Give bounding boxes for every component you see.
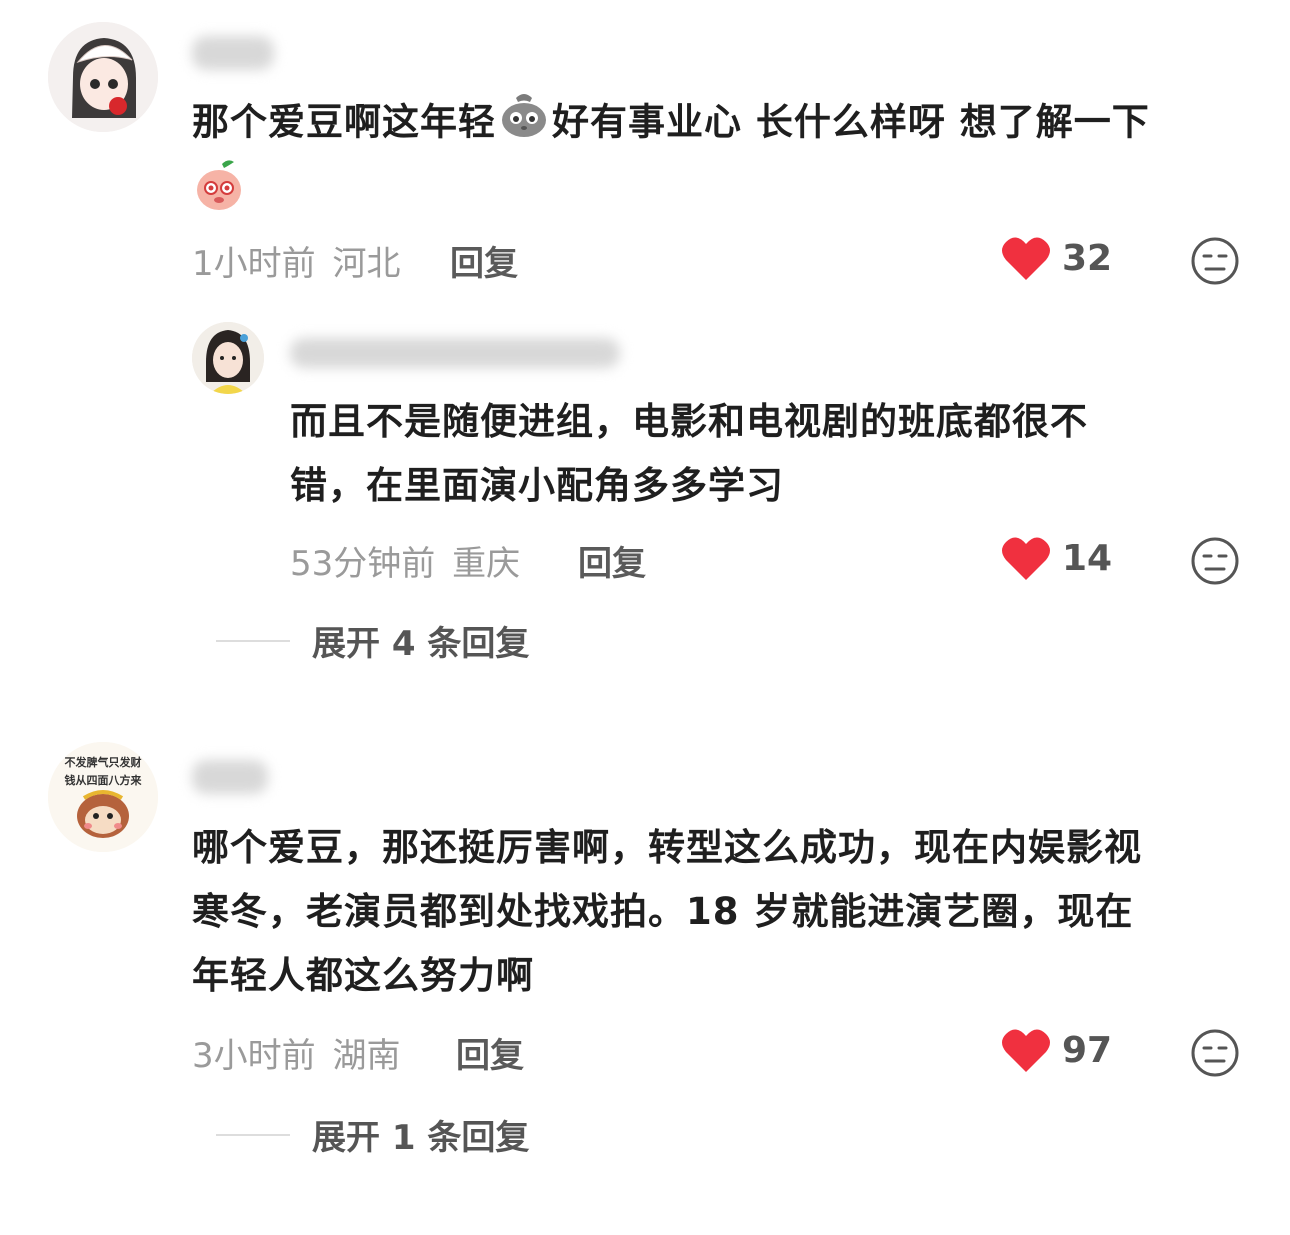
reply-button[interactable]: 回复 (450, 236, 518, 285)
dislike-face-icon[interactable] (1190, 536, 1240, 590)
reply-button[interactable]: 回复 (456, 1028, 524, 1077)
reply-location: 重庆 (452, 544, 521, 584)
avatar[interactable] (48, 22, 158, 132)
expand-replies-label: 展开 4 条回复 (312, 624, 530, 664)
avatar-caption: 不发脾气只发财 钱从四面八方来 (64, 756, 142, 787)
reply-text: 而且不是随便进组，电影和电视剧的班底都很不 错，在里面演小配角多多学习 (290, 400, 1088, 507)
comment-time: 3小时前 (192, 1036, 316, 1076)
reply-like-button[interactable]: 14 (1000, 534, 1112, 582)
expand-replies-label: 展开 1 条回复 (312, 1118, 530, 1158)
expand-replies-button[interactable]: 展开 4 条回复 (216, 616, 529, 665)
like-button[interactable]: 97 (1000, 1026, 1112, 1074)
comment-meta: 3小时前 湖南 (192, 1028, 400, 1077)
reply-username-blurred[interactable] (290, 338, 620, 368)
comment-location: 湖南 (332, 1036, 401, 1076)
peach-emoji (192, 158, 246, 212)
heart-icon (1002, 1029, 1050, 1072)
username-blurred[interactable] (192, 760, 268, 794)
reply-meta: 53分钟前 重庆 (290, 536, 520, 585)
dislike-face-icon[interactable] (1190, 236, 1240, 290)
like-count: 14 (1062, 537, 1113, 579)
like-count: 97 (1062, 1029, 1113, 1071)
expand-replies-button[interactable]: 展开 1 条回复 (216, 1110, 529, 1159)
username-blurred[interactable] (192, 36, 274, 70)
comment-meta: 1小时前 河北 (192, 236, 400, 285)
comment-location: 河北 (332, 244, 401, 284)
heart-icon (1002, 537, 1050, 580)
reply-time: 53分钟前 (290, 544, 436, 584)
pleading-bag-emoji (498, 90, 550, 158)
comment-text: 那个爱豆啊这年轻 好有事业心 长什么样呀 想了解一下 (192, 90, 1252, 158)
heart-icon (1002, 237, 1050, 280)
comment-time: 1小时前 (192, 244, 316, 284)
reply-avatar[interactable] (192, 322, 264, 394)
avatar[interactable]: 不发脾气只发财 钱从四面八方来 (48, 742, 158, 852)
reply-reply-button[interactable]: 回复 (578, 536, 646, 585)
like-count: 32 (1062, 237, 1113, 279)
dislike-face-icon[interactable] (1190, 1028, 1240, 1082)
comment-text: 哪个爱豆，那还挺厉害啊，转型这么成功，现在内娱影视 寒冬，老演员都到处找戏拍。1… (192, 826, 1142, 997)
divider-line (216, 1133, 290, 1136)
like-button[interactable]: 32 (1000, 234, 1112, 282)
divider-line (216, 639, 290, 642)
